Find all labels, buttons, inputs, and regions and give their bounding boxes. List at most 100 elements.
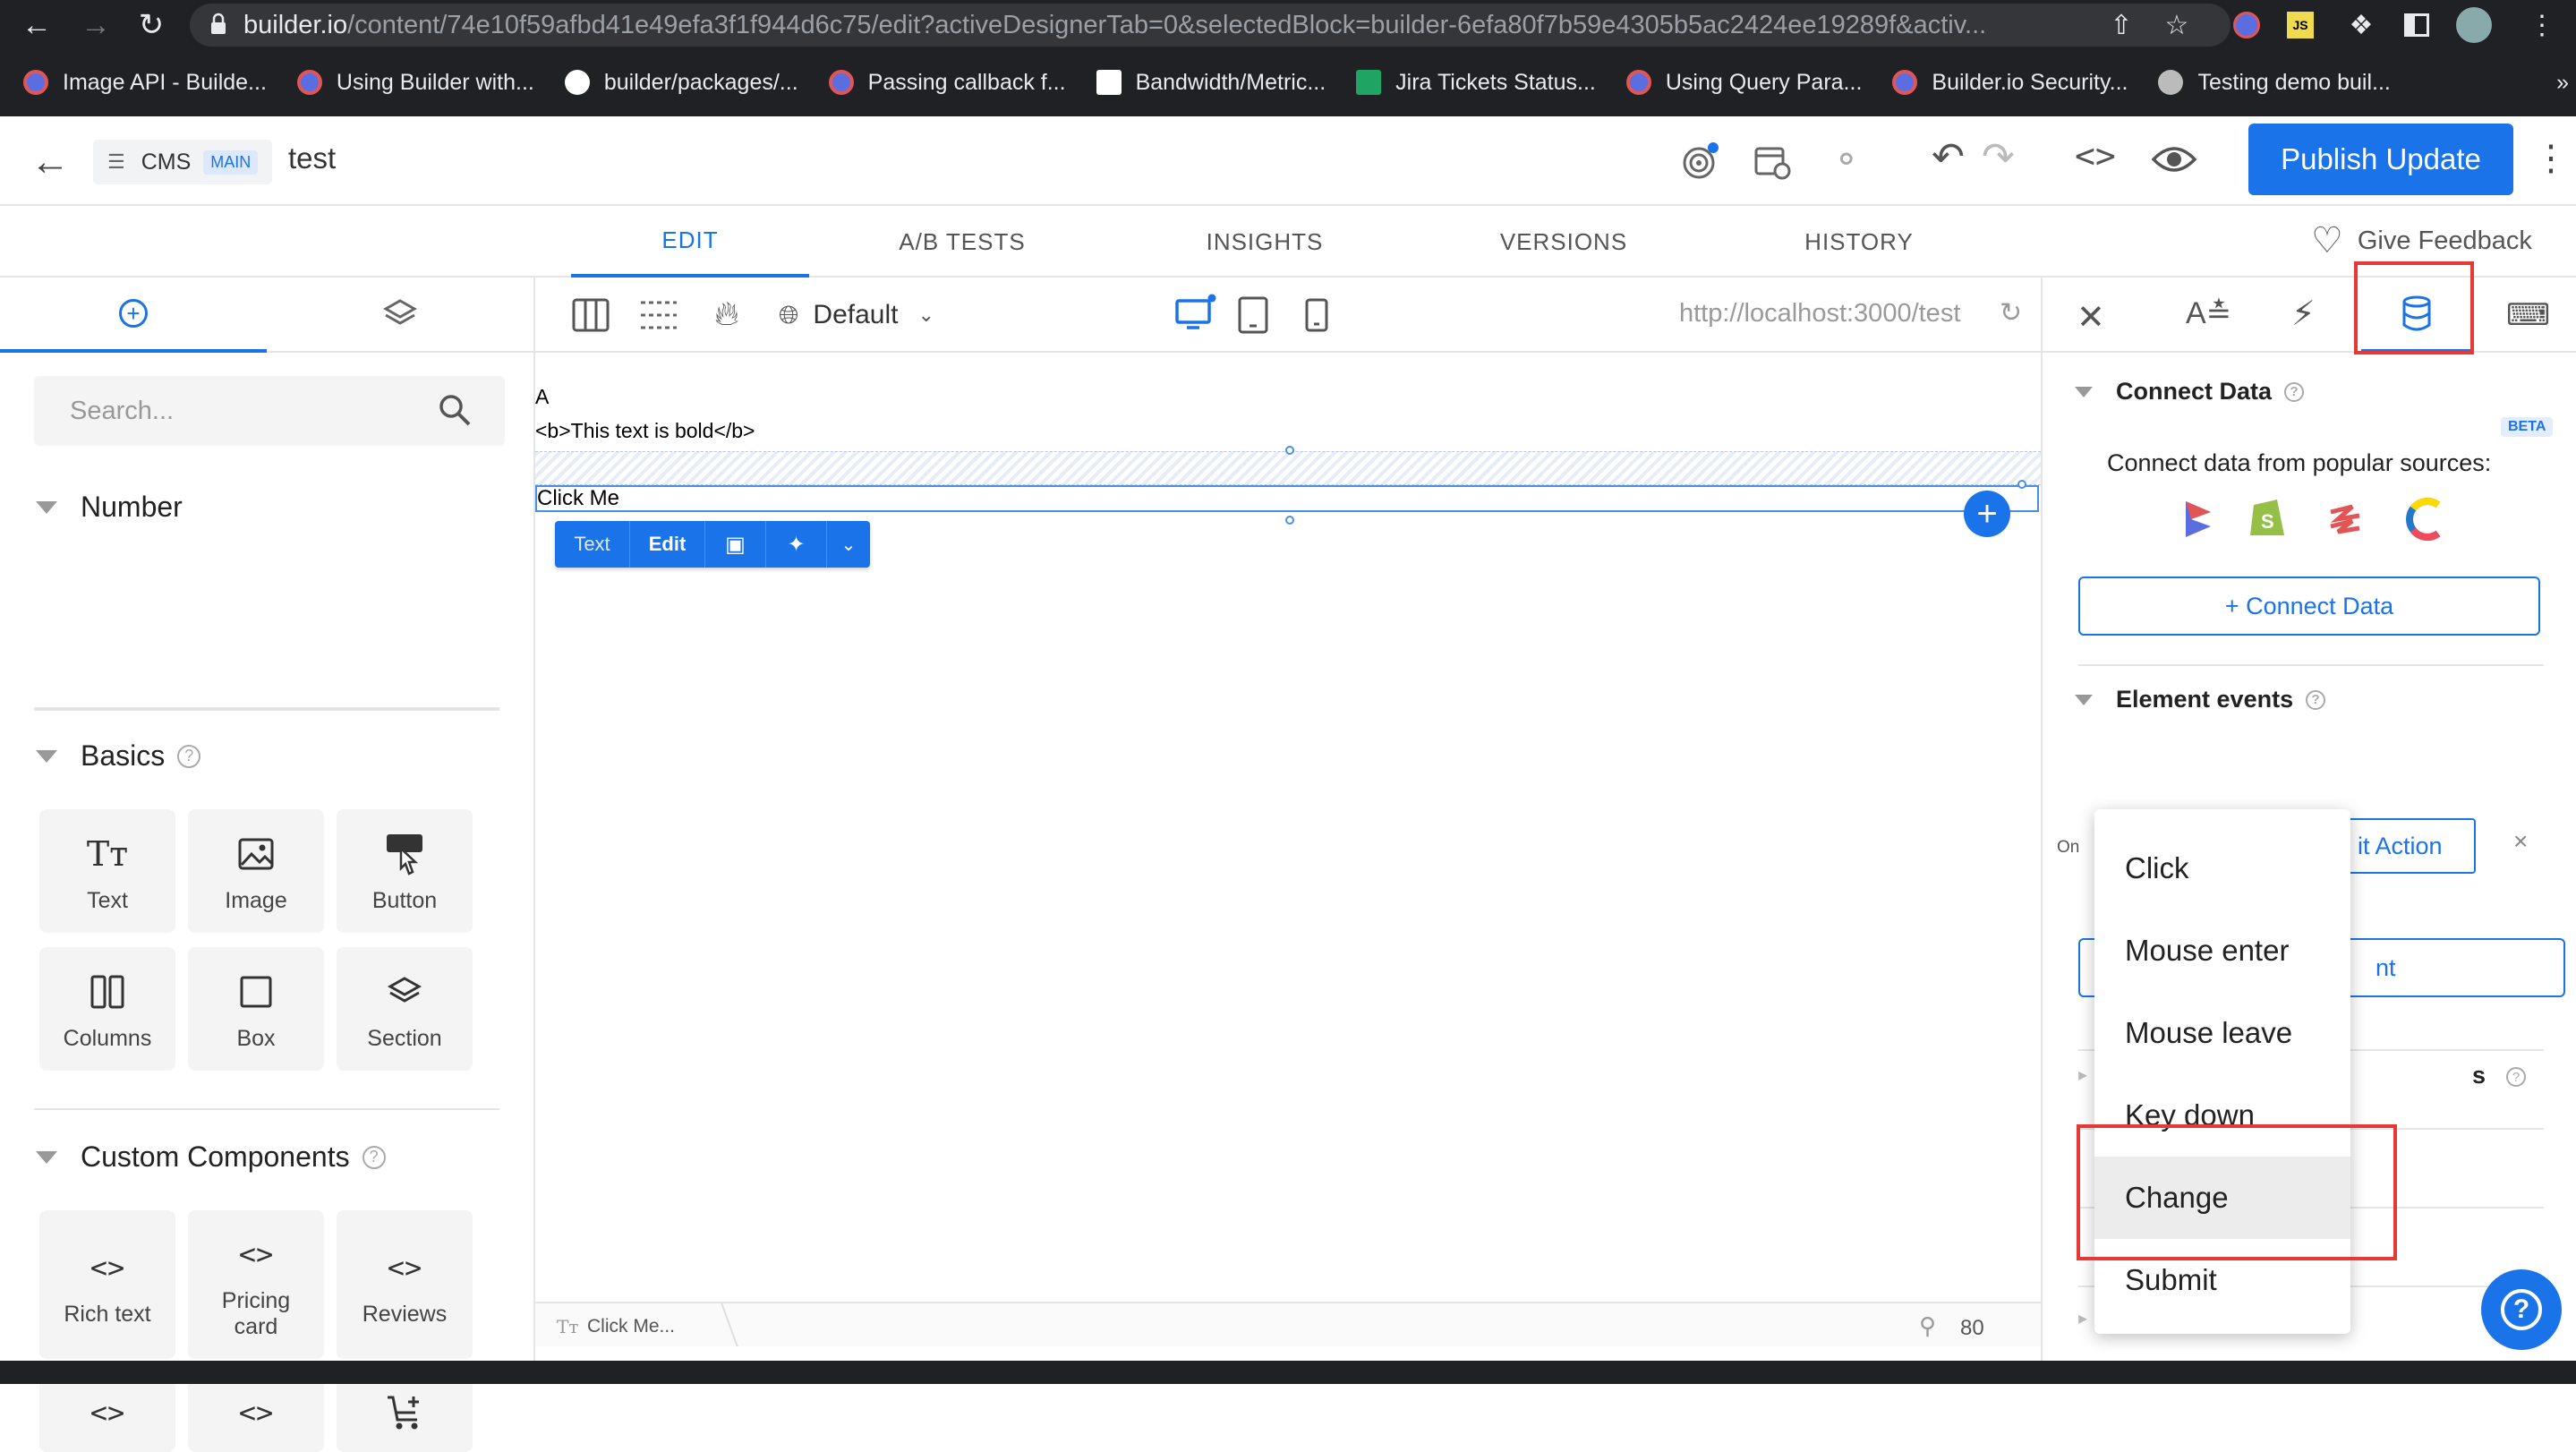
mobile-view-icon[interactable] (1303, 297, 1330, 333)
tab-insights[interactable]: INSIGHTS (1146, 206, 1384, 278)
bookmarks-overflow[interactable]: » (2556, 70, 2569, 96)
resize-handle[interactable] (1285, 446, 1294, 455)
collapse-icon[interactable]: ▸ (2078, 1063, 2091, 1085)
star-icon[interactable]: ☆ (2159, 7, 2195, 43)
collapse-icon[interactable]: ▸ (2078, 1307, 2091, 1328)
reload-icon[interactable]: ↻ (125, 0, 177, 50)
forward-icon[interactable]: → (70, 0, 122, 50)
comments-icon[interactable]: ⌨︎ (2506, 297, 2550, 333)
remove-event-icon[interactable]: × (2513, 827, 2528, 856)
extension-builder-icon[interactable] (2229, 7, 2265, 43)
add-block-button[interactable]: + (1964, 491, 2010, 537)
breadcrumb-block[interactable]: Click Me... (587, 1316, 675, 1337)
help-chat-button[interactable]: ? (2481, 1269, 2562, 1350)
block-columns[interactable]: Columns (39, 947, 175, 1071)
tab-edit[interactable]: EDIT (571, 206, 809, 278)
bookmark-item[interactable]: Image API - Builde... (23, 70, 267, 96)
address-bar[interactable]: builder.io/content/74e10f59afbd41e49efa3… (190, 4, 2231, 47)
publish-update-button[interactable]: Publish Update (2248, 124, 2513, 195)
tab-ab-tests[interactable]: A/B TESTS (843, 206, 1081, 278)
block-pricing-card[interactable]: <> Pricing card (188, 1210, 324, 1359)
block-type-label[interactable]: Text (555, 521, 630, 568)
bookmark-item[interactable]: Jira Tickets Status... (1356, 70, 1596, 96)
swell-logo-icon[interactable] (2325, 501, 2365, 537)
cms-breadcrumb[interactable]: ☰ CMS MAIN (93, 140, 272, 184)
resize-handle[interactable] (2017, 480, 2026, 489)
layers-tab[interactable] (267, 278, 533, 353)
block-rich-text[interactable]: <> Rich text (39, 1210, 175, 1359)
tab-versions[interactable]: VERSIONS (1445, 206, 1683, 278)
text-block-bold[interactable]: <b>This text is bold</b> (535, 419, 755, 443)
block-image[interactable]: Image (188, 809, 324, 933)
menu-item-mouse-leave[interactable]: Mouse leave (2094, 992, 2350, 1074)
browser-chrome: ← → ↻ builder.io/content/74e10f59afbd41e… (0, 0, 2576, 116)
bookmark-item[interactable]: Using Query Para... (1625, 70, 1862, 96)
style-tools-icon[interactable]: ✕ (2077, 297, 2105, 337)
chevron-down-icon[interactable]: ⌄ (827, 521, 870, 568)
selected-text-block[interactable]: Click Me (535, 485, 2039, 512)
shopify-logo-icon[interactable]: S (2247, 492, 2288, 541)
bookmark-favicon (2158, 70, 2184, 95)
give-feedback-link[interactable]: ♡ Give Feedback (2311, 220, 2532, 261)
search-input[interactable]: Search... (34, 376, 505, 446)
locale-select[interactable]: 🌐︎ Default ⌄ (779, 294, 934, 337)
block-button[interactable]: Button (337, 809, 473, 933)
typography-icon[interactable]: A≛ (2186, 295, 2231, 331)
edit-button[interactable]: Edit (630, 521, 705, 568)
bookmark-item[interactable]: Using Builder with... (296, 70, 534, 96)
block-section[interactable]: Section (337, 947, 473, 1071)
spacing-icon[interactable] (639, 297, 678, 333)
browser-menu-icon[interactable]: ⋮ (2524, 7, 2560, 43)
code-icon[interactable]: <> (2075, 136, 2116, 175)
preview-url[interactable]: http://localhost:3000/test (1679, 299, 1960, 329)
custom-components-header[interactable]: Custom Components? (36, 1140, 386, 1174)
comment-icon[interactable]: ▣ (705, 521, 766, 568)
url-path: /content/74e10f59afbd41e49efa3f1f944d6c7… (347, 10, 1987, 39)
connect-data-button[interactable]: + Connect Data (2078, 577, 2540, 636)
text-block-a[interactable]: A (535, 385, 549, 409)
avatar[interactable] (2456, 7, 2492, 43)
block-reviews[interactable]: <> Reviews (337, 1210, 473, 1359)
zoom-level[interactable]: 80 (1960, 1316, 1984, 1341)
more-options-icon[interactable]: ⋮ (2533, 138, 2569, 179)
share-icon[interactable]: ⇧ (2103, 7, 2139, 43)
builder-logo-icon[interactable] (2180, 498, 2216, 539)
tablet-view-icon[interactable] (1237, 295, 1269, 335)
bookmarks-bar: Image API - Builde... Using Builder with… (0, 64, 2576, 100)
connect-data-header[interactable]: Connect Data? (2075, 378, 2305, 406)
extension-js-icon[interactable]: JS (2282, 7, 2318, 43)
page-title[interactable]: test (288, 141, 336, 175)
block-box[interactable]: Box (188, 947, 324, 1071)
extensions-puzzle-icon[interactable]: ❖ (2343, 7, 2379, 43)
contentful-logo-icon[interactable] (2402, 494, 2449, 544)
animation-bolt-icon[interactable]: ⚡︎ (2291, 294, 2316, 334)
menu-item-click[interactable]: Click (2094, 827, 2350, 910)
magic-wand-icon[interactable]: ✦ (766, 521, 827, 568)
targeting-icon[interactable] (1679, 140, 1722, 183)
basics-section-header[interactable]: Basics? (36, 739, 201, 773)
columns-view-icon[interactable] (571, 295, 610, 335)
undo-icon[interactable]: ↶ (1932, 134, 1965, 180)
back-icon[interactable]: ← (11, 0, 63, 50)
flame-icon[interactable]: 🔥︎ (714, 295, 739, 334)
number-section-header[interactable]: Number (36, 491, 183, 524)
element-events-header[interactable]: Element events? (2075, 686, 2326, 713)
side-panel-icon[interactable] (2399, 7, 2435, 43)
bookmark-item[interactable]: Builder.io Security... (1892, 70, 2128, 96)
desktop-view-icon[interactable] (1174, 294, 1217, 333)
bookmark-item[interactable]: Testing demo buil... (2158, 70, 2391, 96)
refresh-icon[interactable]: ↻ (2000, 297, 2022, 329)
bookmark-item[interactable]: Bandwidth/Metric... (1096, 70, 1326, 96)
preview-eye-icon[interactable] (2151, 143, 2197, 175)
resize-handle[interactable] (1285, 516, 1294, 525)
bookmark-item[interactable]: Passing callback f... (828, 70, 1066, 96)
tab-history[interactable]: HISTORY (1740, 206, 1978, 278)
bookmark-item[interactable]: builder/packages/... (564, 70, 798, 96)
menu-item-mouse-enter[interactable]: Mouse enter (2094, 910, 2350, 992)
notifications-icon[interactable]: ⚬ (1831, 140, 1862, 181)
schedule-icon[interactable] (1753, 141, 1792, 181)
insert-tab[interactable]: + (0, 278, 267, 353)
back-arrow-icon[interactable]: ← (30, 140, 70, 184)
redo-icon[interactable]: ↷ (1982, 134, 2015, 180)
block-text[interactable]: Tт Text (39, 809, 175, 933)
